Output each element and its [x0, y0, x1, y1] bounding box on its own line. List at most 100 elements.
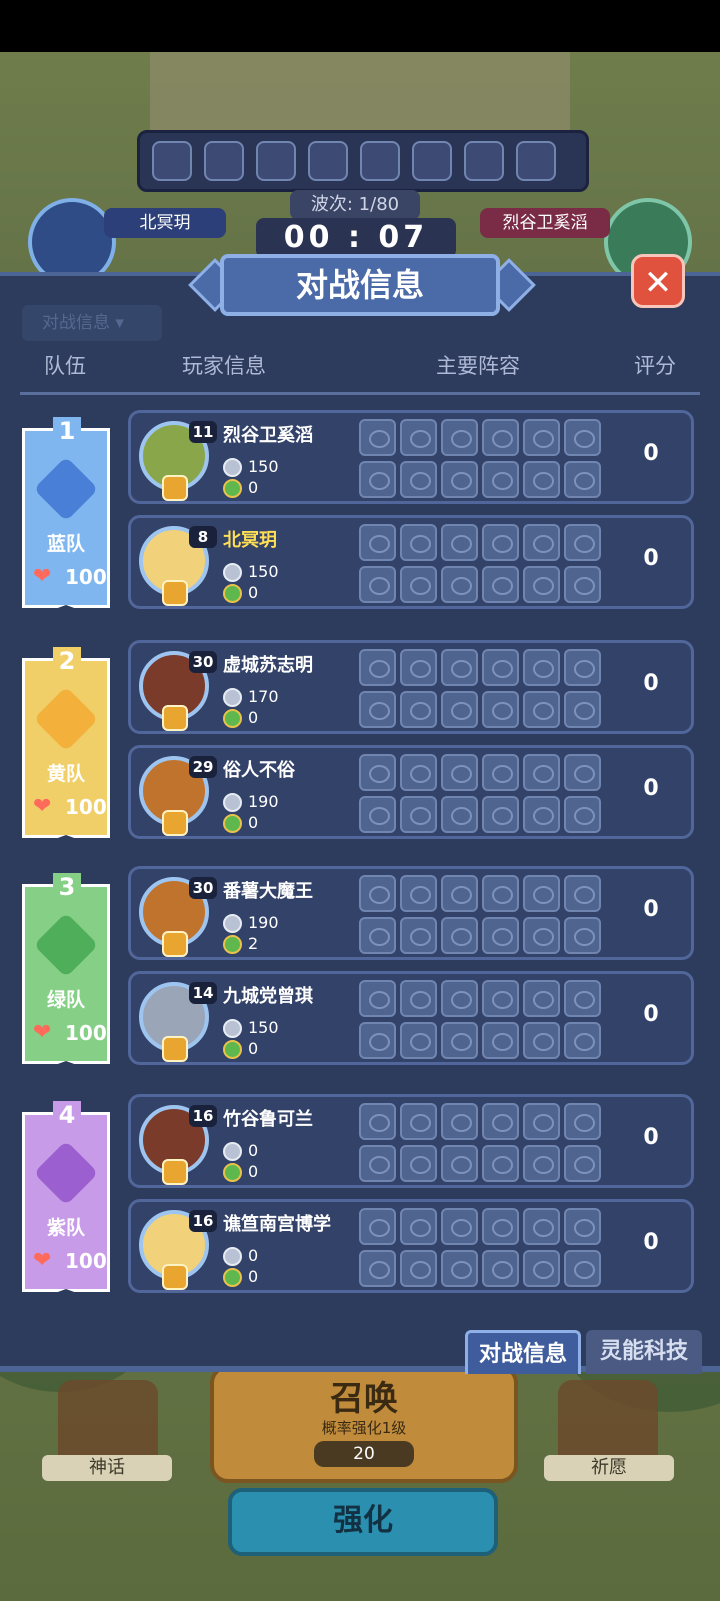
empty-unit-icon — [410, 535, 431, 553]
player-card[interactable]: 29 俗人不俗 190 0 0 — [128, 745, 694, 839]
empty-unit-icon — [451, 1219, 472, 1237]
summon-button[interactable]: 召唤 概率强化1级 20 — [210, 1365, 518, 1483]
coins-value: 170 — [248, 687, 279, 706]
empty-unit-icon — [492, 1156, 513, 1174]
player-card[interactable]: 14 九城党曾琪 150 0 0 — [128, 971, 694, 1065]
empty-unit-icon — [369, 660, 390, 678]
tab-battle-info[interactable]: 对战信息 — [465, 1330, 581, 1374]
empty-unit-icon — [533, 1261, 554, 1279]
lineup-slot — [564, 917, 601, 954]
coins-value: 150 — [248, 1018, 279, 1037]
player-coins: 150 — [223, 457, 279, 477]
player-coins: 190 — [223, 913, 279, 933]
team-ribbon: 2 黄队 ❤ 100 — [22, 647, 110, 851]
header-team: 队伍 — [44, 354, 86, 378]
heart-icon: ❤ — [33, 1020, 52, 1045]
gems-value: 0 — [248, 1267, 259, 1286]
player-gems: 0 — [223, 708, 258, 728]
silver-coin-icon — [223, 914, 242, 933]
player-gems: 0 — [223, 583, 258, 603]
lineup-slot — [564, 649, 601, 686]
lineup-slot — [482, 524, 519, 561]
player-card[interactable]: 8 北冥玥 150 0 0 — [128, 515, 694, 609]
empty-unit-icon — [410, 1033, 431, 1051]
empty-unit-icon — [369, 991, 390, 1009]
gems-value: 2 — [248, 934, 259, 953]
empty-unit-icon — [369, 472, 390, 490]
lineup-slot — [523, 1103, 560, 1140]
lineup-slot — [359, 917, 396, 954]
heart-icon: ❤ — [33, 794, 52, 819]
lineup-slot — [441, 875, 478, 912]
team-rank: 2 — [53, 647, 81, 675]
coins-value: 150 — [248, 562, 279, 581]
player-card[interactable]: 16 竹谷鲁可兰 0 0 0 — [128, 1094, 694, 1188]
lineup-slot — [482, 461, 519, 498]
empty-unit-icon — [533, 1156, 554, 1174]
empty-unit-icon — [574, 430, 595, 448]
filter-dropdown[interactable]: 对战信息 ▾ — [22, 305, 162, 341]
empty-unit-icon — [533, 807, 554, 825]
player-score: 0 — [643, 1125, 659, 1150]
empty-unit-icon — [410, 702, 431, 720]
empty-unit-icon — [410, 1261, 431, 1279]
empty-unit-icon — [410, 1219, 431, 1237]
player-level: 30 — [189, 877, 217, 899]
lineup-slot — [564, 875, 601, 912]
player-score: 0 — [643, 1230, 659, 1255]
player-score: 0 — [643, 671, 659, 696]
lineup-slot — [441, 461, 478, 498]
lineup-slot — [359, 1250, 396, 1287]
empty-unit-icon — [369, 577, 390, 595]
player-score: 0 — [643, 776, 659, 801]
empty-unit-icon — [574, 765, 595, 783]
player-name: 番薯大魔王 — [223, 881, 313, 902]
coins-value: 190 — [248, 792, 279, 811]
green-gem-icon — [223, 479, 242, 498]
empty-unit-icon — [533, 660, 554, 678]
team-hp: 100 — [65, 1021, 107, 1045]
heart-icon: ❤ — [33, 564, 52, 589]
silver-coin-icon — [223, 1019, 242, 1038]
empty-unit-icon — [492, 660, 513, 678]
lineup-slot — [400, 461, 437, 498]
wish-label: 祈愿 — [544, 1455, 674, 1481]
player-gems: 0 — [223, 1039, 258, 1059]
lineup-slot — [359, 419, 396, 456]
player-card[interactable]: 30 虚城苏志明 170 0 0 — [128, 640, 694, 734]
rank-badge-icon — [162, 1264, 188, 1290]
player-coins: 150 — [223, 1018, 279, 1038]
lineup-slot — [523, 917, 560, 954]
empty-unit-icon — [492, 886, 513, 904]
rank-badge-icon — [162, 810, 188, 836]
player-score: 0 — [643, 441, 659, 466]
silver-coin-icon — [223, 793, 242, 812]
player-card[interactable]: 11 烈谷卫奚滔 150 0 0 — [128, 410, 694, 504]
lineup-slot — [523, 1145, 560, 1182]
status-bar — [0, 0, 720, 52]
empty-unit-icon — [574, 1114, 595, 1132]
team-emblem-icon — [33, 1140, 99, 1206]
coins-value: 150 — [248, 457, 279, 476]
empty-unit-icon — [492, 807, 513, 825]
team-hp: 100 — [65, 1249, 107, 1273]
lineup-slot — [400, 1145, 437, 1182]
player-gems: 0 — [223, 478, 258, 498]
close-icon[interactable]: ✕ — [631, 254, 685, 308]
team-name: 蓝队 — [46, 533, 85, 555]
unit-slot — [360, 141, 400, 181]
tab-psi-tech[interactable]: 灵能科技 — [586, 1330, 702, 1374]
team-rank: 4 — [53, 1101, 81, 1129]
empty-unit-icon — [369, 535, 390, 553]
lineup-slot — [359, 649, 396, 686]
green-gem-icon — [223, 935, 242, 954]
summon-title: 召唤 — [330, 1379, 398, 1419]
empty-unit-icon — [410, 577, 431, 595]
lineup-slot — [441, 1145, 478, 1182]
empty-unit-icon — [369, 928, 390, 946]
player-card[interactable]: 16 谯笪南宫博学 0 0 0 — [128, 1199, 694, 1293]
player-card[interactable]: 30 番薯大魔王 190 2 0 — [128, 866, 694, 960]
lineup-slot — [400, 917, 437, 954]
strengthen-button[interactable]: 强化 — [228, 1488, 498, 1556]
lineup-slot — [441, 649, 478, 686]
